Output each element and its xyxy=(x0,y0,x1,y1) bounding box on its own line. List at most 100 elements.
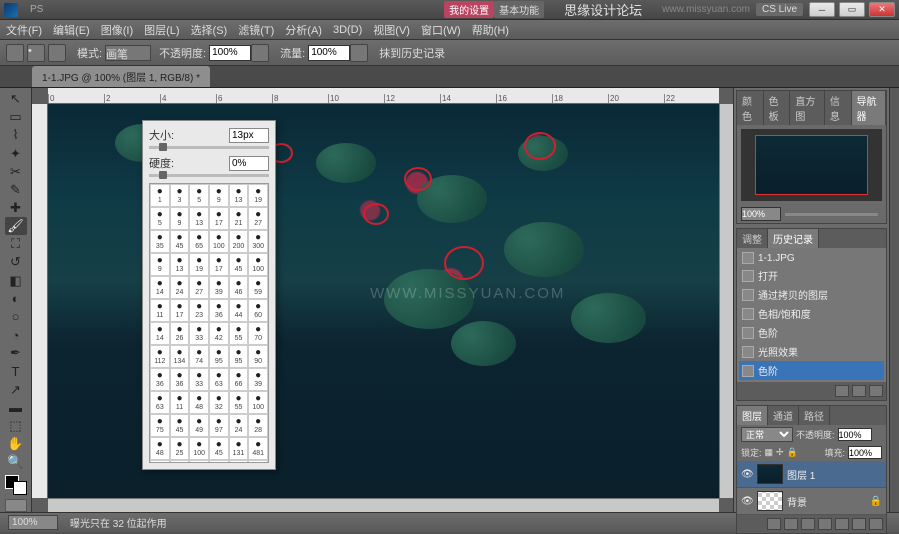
brush-cell[interactable]: 21 xyxy=(229,207,249,230)
hand-tool-icon[interactable]: ✋ xyxy=(5,435,27,453)
history-snapshot[interactable]: 1-1.JPG xyxy=(739,250,884,266)
tablet-opacity-icon[interactable] xyxy=(251,44,269,62)
brush-cell[interactable]: 48 xyxy=(150,437,170,460)
brush-hardness-slider[interactable] xyxy=(149,174,269,177)
doc-tab[interactable]: 1-1.JPG @ 100% (图层 1, RGB/8) * xyxy=(32,66,210,87)
brush-cell[interactable]: 9 xyxy=(170,207,190,230)
maximize-icon[interactable]: ▭ xyxy=(839,2,865,17)
brush-cell[interactable]: 23 xyxy=(189,299,209,322)
brush-cell[interactable]: 97 xyxy=(209,414,229,437)
brush-cell[interactable]: 46 xyxy=(229,276,249,299)
opacity-input[interactable] xyxy=(209,45,251,61)
tab-layers[interactable]: 图层 xyxy=(737,406,768,425)
menu-view[interactable]: 视图(V) xyxy=(373,22,410,38)
tab-color[interactable]: 颜色 xyxy=(737,91,764,125)
lock-position-icon[interactable]: ✢ xyxy=(776,447,784,458)
minimize-icon[interactable]: ─ xyxy=(809,2,835,17)
shape-tool-icon[interactable]: ▬ xyxy=(5,399,27,417)
blur-tool-icon[interactable]: ○ xyxy=(5,308,27,326)
tab-histogram[interactable]: 直方图 xyxy=(790,91,825,125)
brush-cell[interactable]: 66 xyxy=(229,368,249,391)
brush-cell[interactable]: 24 xyxy=(229,414,249,437)
lock-pixels-icon[interactable]: ▦ xyxy=(765,447,774,458)
group-icon[interactable] xyxy=(835,518,849,530)
heal-tool-icon[interactable]: ✚ xyxy=(5,199,27,217)
brush-cell[interactable]: 55 xyxy=(229,322,249,345)
dodge-tool-icon[interactable]: ◔ xyxy=(5,326,27,344)
brush-cell[interactable]: 27 xyxy=(248,207,268,230)
brush-size-input[interactable] xyxy=(229,128,269,143)
brush-cell[interactable]: 33 xyxy=(189,368,209,391)
layer-row[interactable]: 👁 图层 1 xyxy=(737,461,886,488)
scrollbar-vertical[interactable] xyxy=(719,104,733,498)
history-item[interactable]: 通过拷贝的图层 xyxy=(739,285,884,304)
history-item[interactable]: 色阶 xyxy=(739,323,884,342)
brush-cell[interactable]: 11 xyxy=(170,391,190,414)
navigator-thumb[interactable] xyxy=(741,129,882,201)
brush-cell[interactable]: 48 xyxy=(189,391,209,414)
brush-cell[interactable]: 26 xyxy=(170,322,190,345)
tab-history[interactable]: 历史记录 xyxy=(768,229,819,248)
stamp-tool-icon[interactable]: ⛶ xyxy=(5,235,27,253)
new-doc-icon[interactable] xyxy=(852,385,866,397)
brush-cell[interactable]: 112 xyxy=(150,345,170,368)
brush-cell[interactable]: 300 xyxy=(248,230,268,253)
visibility-icon[interactable]: 👁 xyxy=(741,496,753,507)
brush-cell[interactable]: 86 xyxy=(248,460,268,463)
gradient-tool-icon[interactable]: ◐ xyxy=(5,290,27,308)
color-swatches[interactable] xyxy=(5,475,27,495)
brush-cell[interactable]: 63 xyxy=(150,391,170,414)
brush-cell[interactable]: 65 xyxy=(189,230,209,253)
brush-cell[interactable]: 28 xyxy=(248,414,268,437)
brush-grid[interactable]: 1359131959131721273545651002003009131917… xyxy=(149,183,269,463)
scrollbar-horizontal[interactable] xyxy=(48,498,719,512)
trash-icon[interactable] xyxy=(869,385,883,397)
tab-channels[interactable]: 通道 xyxy=(768,406,799,425)
crop-tool-icon[interactable]: ✂ xyxy=(5,163,27,181)
brush-cell[interactable]: 95 xyxy=(209,345,229,368)
zoom-tool-icon[interactable]: 🔍 xyxy=(5,453,27,471)
brush-cell[interactable]: 27 xyxy=(189,276,209,299)
brush-cell[interactable]: 533 xyxy=(189,460,209,463)
status-zoom[interactable]: 100% xyxy=(8,515,58,530)
wand-tool-icon[interactable]: ✦ xyxy=(5,144,27,162)
brush-cell[interactable]: 95 xyxy=(229,345,249,368)
brush-cell[interactable]: 35 xyxy=(150,230,170,253)
menu-select[interactable]: 选择(S) xyxy=(191,22,228,38)
brush-cell[interactable]: 17 xyxy=(209,253,229,276)
tab-info[interactable]: 信息 xyxy=(825,91,852,125)
lock-all-icon[interactable]: 🔒 xyxy=(787,447,798,458)
brush-size-slider[interactable] xyxy=(149,146,269,149)
history-item[interactable]: 色阶 xyxy=(739,361,884,380)
adjust-icon[interactable] xyxy=(818,518,832,530)
quickmask-icon[interactable] xyxy=(5,499,27,512)
brush-cell[interactable]: 45 xyxy=(170,230,190,253)
brush-cell[interactable]: 70 xyxy=(248,322,268,345)
menu-analyze[interactable]: 分析(A) xyxy=(285,22,322,38)
brush-cell[interactable]: 42 xyxy=(209,322,229,345)
brush-cell[interactable]: 1513 xyxy=(170,460,190,463)
brush-cell[interactable]: 100 xyxy=(209,230,229,253)
brush-cell[interactable]: 14 xyxy=(150,276,170,299)
brush-cell[interactable]: 90 xyxy=(248,345,268,368)
brush-cell[interactable]: 1 xyxy=(150,184,170,207)
brush-cell[interactable]: 13 xyxy=(189,207,209,230)
brush-cell[interactable]: 55 xyxy=(229,391,249,414)
new-layer-icon[interactable] xyxy=(852,518,866,530)
brush-hardness-input[interactable] xyxy=(229,156,269,171)
brush-cell[interactable]: 13 xyxy=(170,253,190,276)
tab-swatch[interactable]: 色板 xyxy=(764,91,791,125)
tab-navigator[interactable]: 导航器 xyxy=(852,91,887,125)
tool-preset-icon[interactable] xyxy=(6,44,24,62)
move-tool-icon[interactable]: ↖ xyxy=(5,90,27,108)
brush-cell[interactable]: 13 xyxy=(229,184,249,207)
brush-cell[interactable]: 49 xyxy=(189,414,209,437)
brush-cell[interactable]: 45 xyxy=(170,414,190,437)
layer-row[interactable]: 👁 背景 🔒 xyxy=(737,488,886,515)
history-brush-tool-icon[interactable]: ↺ xyxy=(5,253,27,271)
menu-help[interactable]: 帮助(H) xyxy=(472,22,509,38)
mysettings-tag[interactable]: 我的设置 xyxy=(444,1,494,18)
brush-cell[interactable]: 75 xyxy=(150,414,170,437)
brush-cell[interactable]: 100 xyxy=(189,437,209,460)
brush-cell[interactable]: 19 xyxy=(248,184,268,207)
